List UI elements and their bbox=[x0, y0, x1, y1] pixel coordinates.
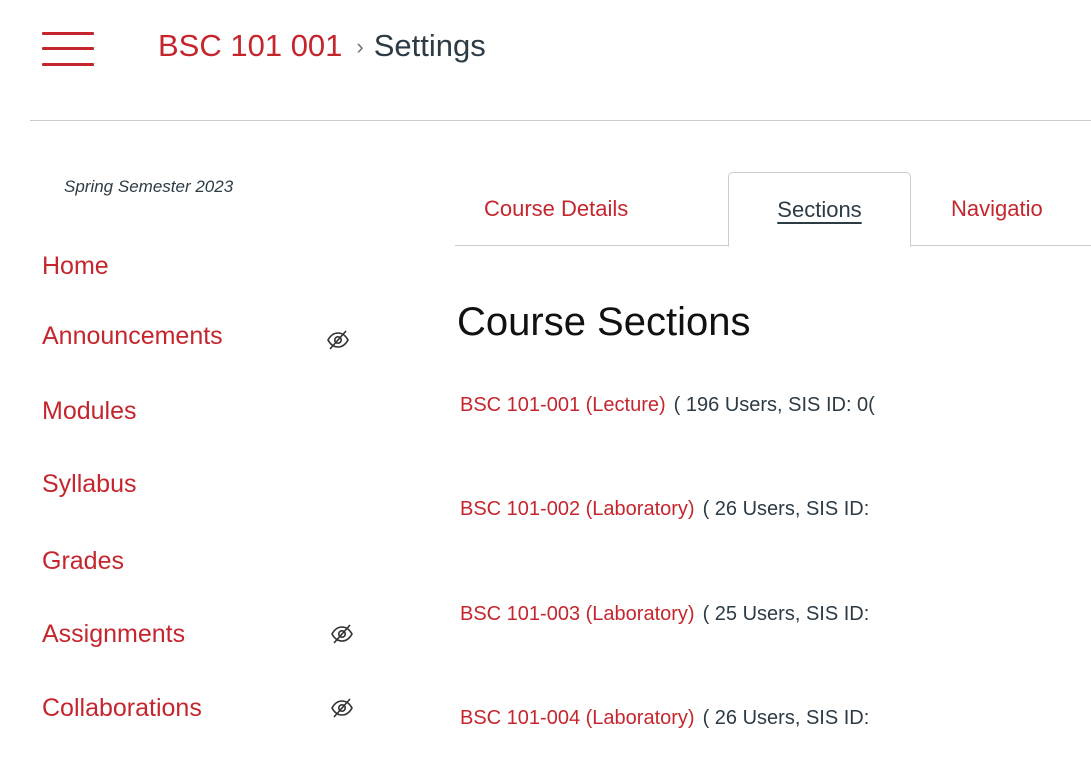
section-row: BSC 101-003 (Laboratory) ( 25 Users, SIS … bbox=[460, 603, 869, 626]
eye-slash-icon bbox=[327, 330, 349, 350]
tab-sections[interactable]: Sections bbox=[728, 172, 911, 247]
section-meta: ( 26 Users, SIS ID: bbox=[702, 498, 870, 520]
course-nav-sidebar: Spring Semester 2023 Home Announcements … bbox=[0, 122, 420, 761]
nav-item-announcements[interactable]: Announcements bbox=[42, 322, 223, 351]
eye-slash-icon bbox=[331, 624, 353, 644]
breadcrumb-current: Settings bbox=[373, 28, 486, 63]
breadcrumb: BSC 101 001 › Settings bbox=[158, 24, 486, 71]
nav-item-syllabus[interactable]: Syllabus bbox=[42, 470, 137, 499]
breadcrumb-separator: › bbox=[356, 34, 364, 59]
section-row: BSC 101-001 (Lecture) ( 196 Users, SIS ID… bbox=[460, 394, 875, 417]
nav-item-collaborations[interactable]: Collaborations bbox=[42, 694, 202, 723]
section-meta: ( 196 Users, SIS ID: 0( bbox=[673, 394, 875, 416]
settings-tabs: Course Details Sections Navigatio bbox=[455, 172, 1091, 247]
section-link[interactable]: BSC 101-002 (Laboratory) bbox=[460, 498, 695, 520]
section-link[interactable]: BSC 101-004 (Laboratory) bbox=[460, 707, 695, 729]
section-meta: ( 25 Users, SIS ID: bbox=[702, 603, 870, 625]
nav-item-grades[interactable]: Grades bbox=[42, 547, 124, 576]
canvas-page: BSC 101 001 › Settings Spring Semester 202… bbox=[0, 0, 1091, 761]
nav-item-modules[interactable]: Modules bbox=[42, 397, 137, 426]
nav-item-assignments[interactable]: Assignments bbox=[42, 620, 185, 649]
nav-item-home[interactable]: Home bbox=[42, 252, 109, 281]
page-title: Course Sections bbox=[457, 300, 751, 344]
eye-slash-icon bbox=[331, 698, 353, 718]
breadcrumb-course-link[interactable]: BSC 101 001 bbox=[158, 28, 342, 63]
tab-navigation[interactable]: Navigatio bbox=[951, 172, 1043, 246]
section-meta: ( 26 Users, SIS ID: bbox=[702, 707, 870, 729]
header-divider bbox=[30, 120, 1091, 121]
section-row: BSC 101-002 (Laboratory) ( 26 Users, SIS … bbox=[460, 498, 869, 521]
tab-course-details[interactable]: Course Details bbox=[484, 172, 628, 246]
tab-sections-label: Sections bbox=[777, 197, 862, 222]
section-link[interactable]: BSC 101-001 (Lecture) bbox=[460, 394, 666, 416]
section-row: BSC 101-004 (Laboratory) ( 26 Users, SIS … bbox=[460, 707, 869, 730]
term-label: Spring Semester 2023 bbox=[64, 177, 234, 196]
section-link[interactable]: BSC 101-003 (Laboratory) bbox=[460, 603, 695, 625]
hamburger-menu-icon[interactable] bbox=[42, 32, 94, 66]
top-header: BSC 101 001 › Settings bbox=[0, 0, 1091, 120]
